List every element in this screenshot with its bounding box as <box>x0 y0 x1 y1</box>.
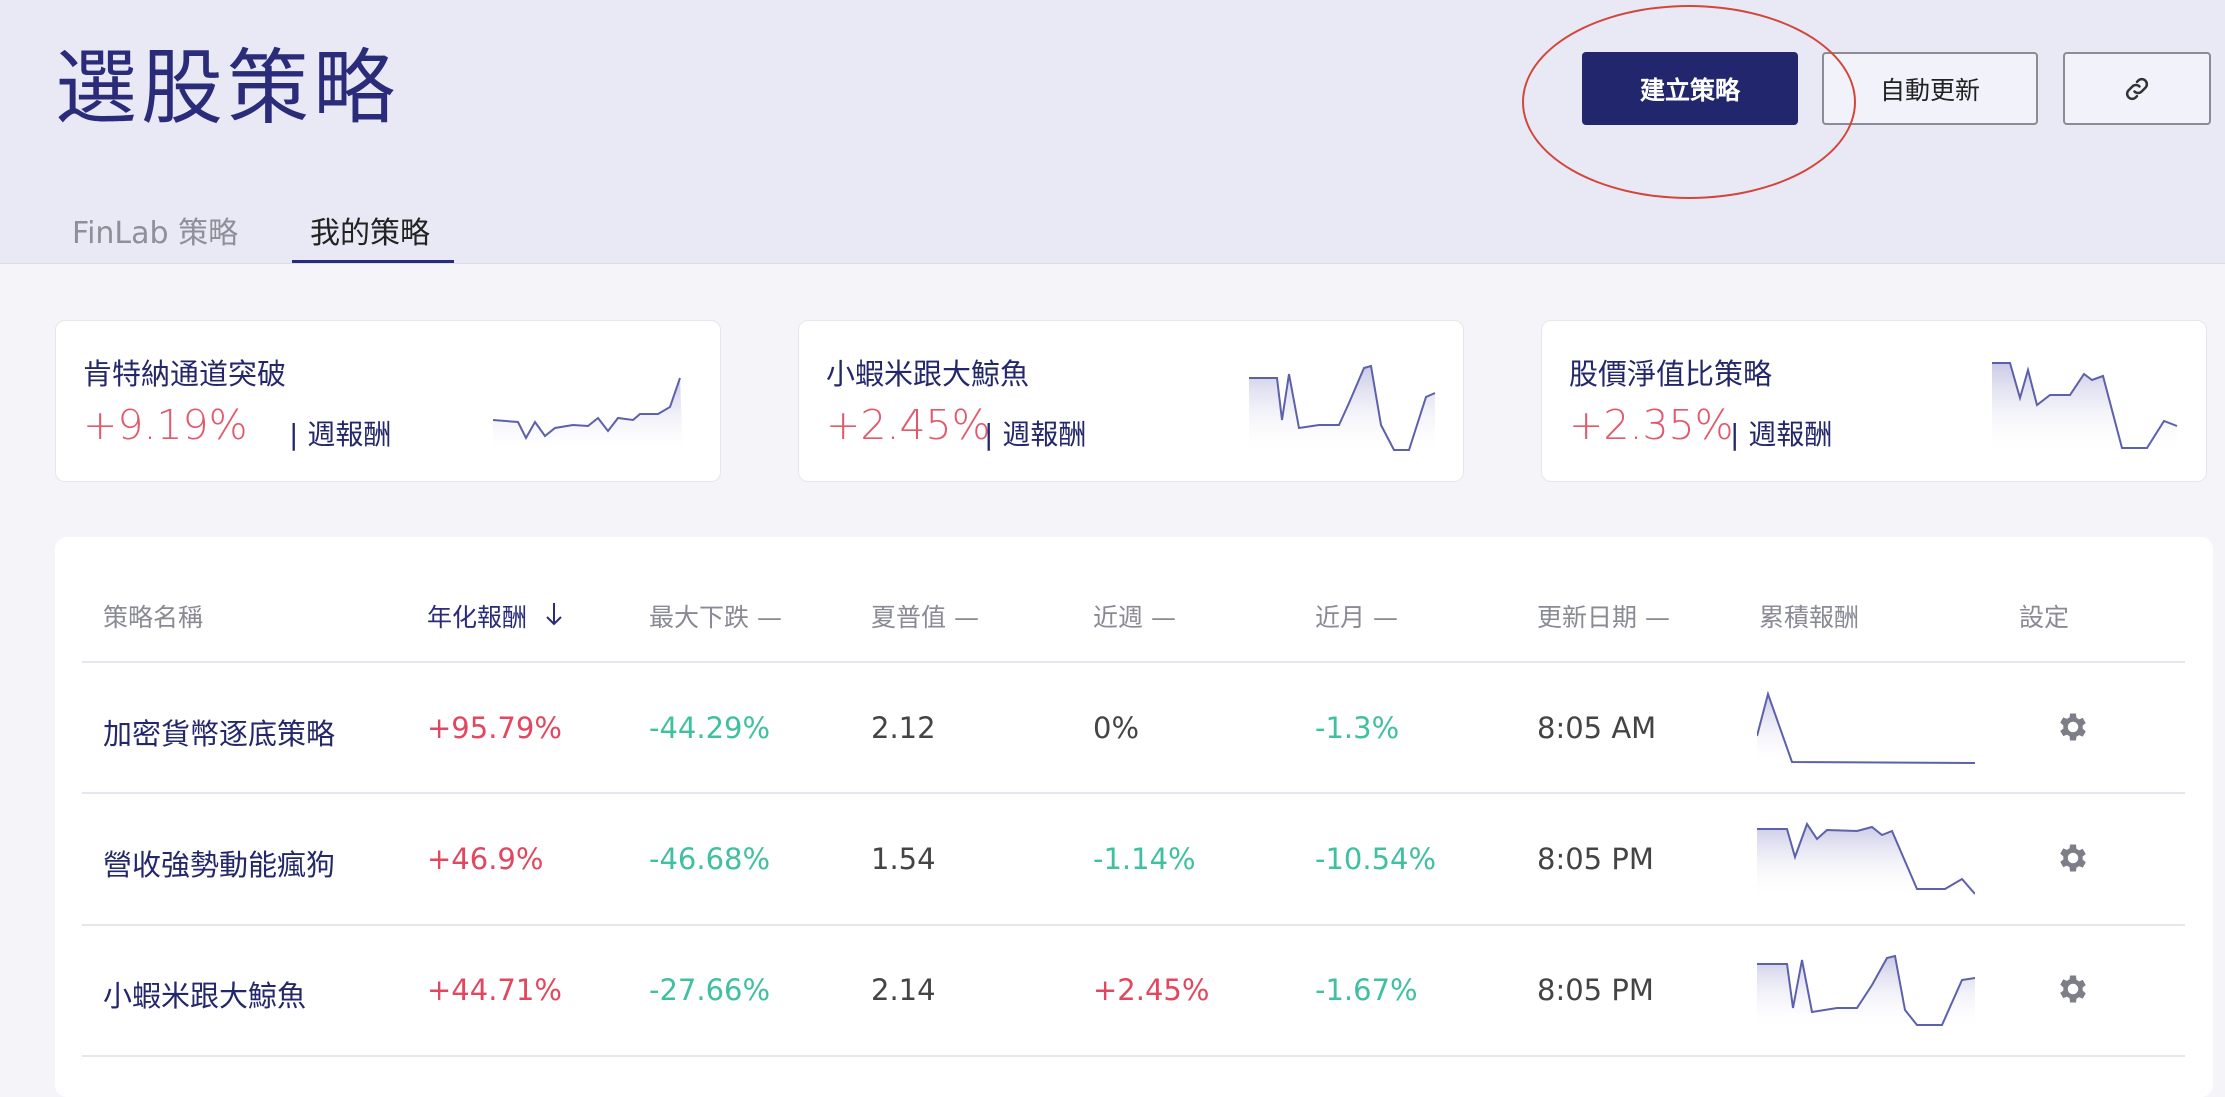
gear-icon[interactable] <box>2055 709 2091 745</box>
column-header-annual-return[interactable]: 年化報酬 <box>427 598 527 634</box>
link-icon <box>2125 77 2149 100</box>
summary-card[interactable]: 小蝦米跟大鯨魚 +2.45% | 週報酬 <box>798 320 1464 482</box>
week-return-value: +2.45% <box>1093 973 1210 1007</box>
column-header-cumulative: 累積報酬 <box>1759 603 1860 632</box>
card-sparkline <box>493 377 683 452</box>
cumulative-return-sparkline <box>1757 821 1975 899</box>
card-weekly-return: +9.19% <box>83 401 248 449</box>
arrow-down-icon[interactable] <box>542 600 566 628</box>
tab-my-strategies[interactable]: 我的策略 <box>310 208 430 252</box>
sharpe-value: 1.54 <box>871 842 936 876</box>
updated-time: 8:05 PM <box>1537 973 1654 1007</box>
table-divider <box>82 924 2185 926</box>
card-sparkline <box>1992 362 2178 452</box>
week-return-value: -1.14% <box>1093 842 1196 876</box>
active-tab-indicator <box>292 260 454 263</box>
table-divider <box>82 661 2185 663</box>
summary-card[interactable]: 股價淨值比策略 +2.35% | 週報酬 <box>1541 320 2207 482</box>
strategy-name-link[interactable]: 加密貨幣逐底策略 <box>103 711 335 753</box>
gear-icon[interactable] <box>2055 971 2091 1007</box>
column-header-name[interactable]: 策略名稱 <box>103 598 203 634</box>
page-title: 選股策略 <box>55 41 400 136</box>
table-divider <box>82 792 2185 794</box>
card-return-label: | 週報酬 <box>289 418 392 451</box>
month-return-value: -1.3% <box>1315 711 1400 745</box>
updated-time: 8:05 AM <box>1537 711 1657 745</box>
annotation-circle <box>1522 5 1856 199</box>
link-button[interactable] <box>2063 52 2211 125</box>
page-header: 選股策略 建立策略 自動更新 FinLab 策略 我的策略 <box>0 0 2225 264</box>
column-header-max-drawdown[interactable]: 最大下跌 — <box>649 598 782 634</box>
card-strategy-name: 肯特納通道突破 <box>83 357 287 391</box>
max-drawdown-value: -46.68% <box>649 842 771 876</box>
gear-icon[interactable] <box>2055 840 2091 876</box>
strategy-name-link[interactable]: 小蝦米跟大鯨魚 <box>103 973 306 1015</box>
column-header-sharpe[interactable]: 夏普值 — <box>871 598 979 634</box>
sharpe-value: 2.12 <box>871 711 936 745</box>
column-header-updated[interactable]: 更新日期 — <box>1537 598 1670 634</box>
card-weekly-return: +2.35% <box>1569 401 1734 449</box>
annual-return-value: +95.79% <box>427 711 562 745</box>
max-drawdown-value: -27.66% <box>649 973 771 1007</box>
column-header-week[interactable]: 近週 — <box>1093 598 1176 634</box>
updated-time: 8:05 PM <box>1537 842 1654 876</box>
cumulative-return-sparkline <box>1757 690 1975 768</box>
sharpe-value: 2.14 <box>871 973 936 1007</box>
column-header-settings: 設定 <box>2019 603 2070 632</box>
week-return-value: 0% <box>1093 711 1140 745</box>
card-weekly-return: +2.45% <box>826 401 991 449</box>
table-divider <box>82 1055 2185 1057</box>
tab-finlab-strategies[interactable]: FinLab 策略 <box>72 208 238 252</box>
column-header-month[interactable]: 近月 — <box>1315 598 1398 634</box>
cumulative-return-sparkline <box>1757 954 1975 1030</box>
card-return-label: | 週報酬 <box>984 418 1087 451</box>
month-return-value: -1.67% <box>1315 973 1418 1007</box>
month-return-value: -10.54% <box>1315 842 1437 876</box>
max-drawdown-value: -44.29% <box>649 711 771 745</box>
card-strategy-name: 股價淨值比策略 <box>1569 357 1773 391</box>
card-strategy-name: 小蝦米跟大鯨魚 <box>826 357 1030 391</box>
card-sparkline <box>1249 364 1436 452</box>
summary-card[interactable]: 肯特納通道突破 +9.19% | 週報酬 <box>55 320 721 482</box>
annual-return-value: +46.9% <box>427 842 544 876</box>
annual-return-value: +44.71% <box>427 973 562 1007</box>
card-return-label: | 週報酬 <box>1730 418 1833 451</box>
strategy-name-link[interactable]: 營收強勢動能瘋狗 <box>103 842 335 884</box>
